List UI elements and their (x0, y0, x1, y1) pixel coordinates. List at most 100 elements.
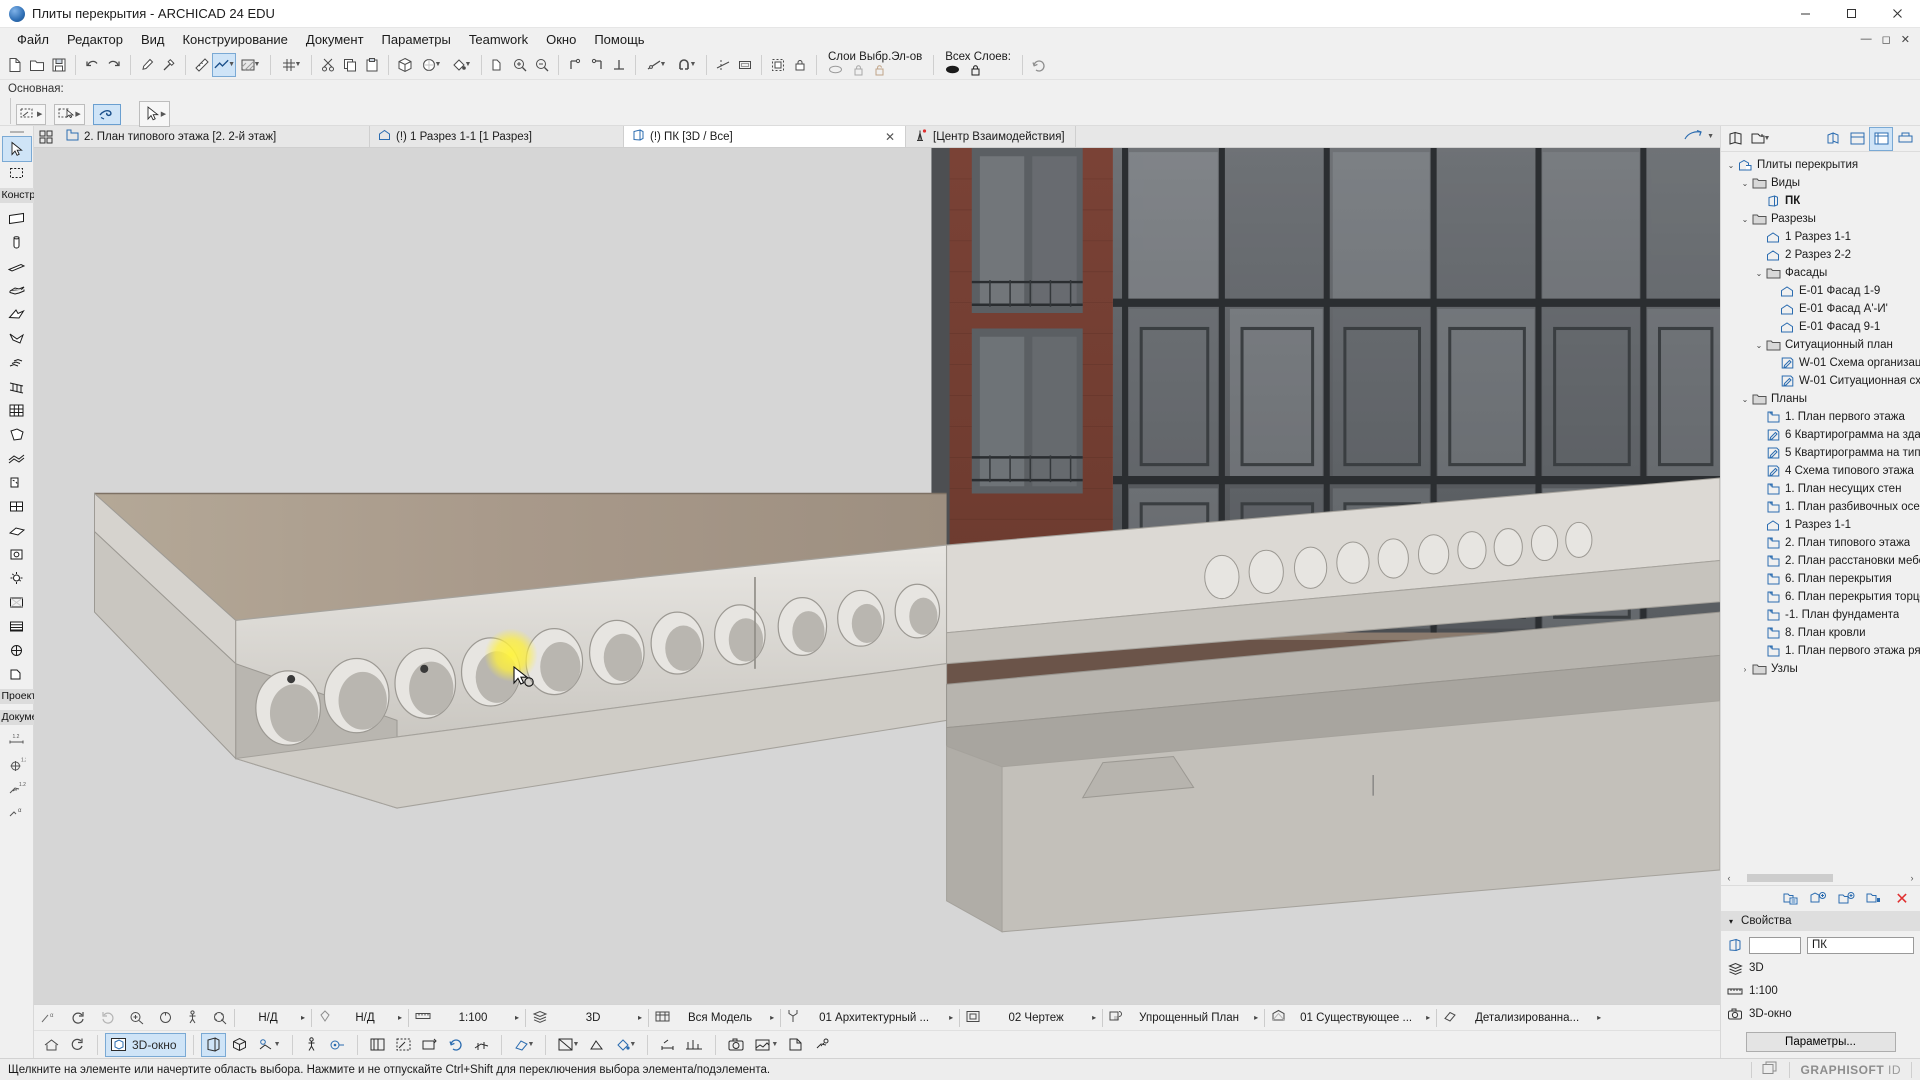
menu-help[interactable]: Помощь (585, 30, 653, 49)
measure-icon[interactable] (191, 54, 213, 76)
copy-icon[interactable] (339, 54, 361, 76)
new-project-icon[interactable] (4, 54, 26, 76)
cut-icon[interactable] (317, 54, 339, 76)
wall-tool[interactable] (3, 206, 31, 230)
toolbox-category-document[interactable]: Докуме (0, 710, 34, 725)
menu-teamwork[interactable]: Teamwork (460, 30, 537, 49)
paint-icon[interactable]: ▼ (611, 1034, 639, 1056)
orbit-left-icon[interactable] (64, 1005, 93, 1031)
3d-window-button[interactable]: 3D-окно (105, 1032, 186, 1057)
navigator-tree-item[interactable]: 1 Разрез 1-1 (1721, 228, 1920, 246)
graphisoft-id-label[interactable]: GRAPHISOFT ID (1800, 1063, 1901, 1077)
story-selector[interactable]: 3D ▸ (526, 1005, 648, 1031)
previous-view-icon[interactable] (66, 1034, 89, 1056)
properties-header[interactable]: ▾ Свойства (1721, 911, 1920, 931)
level-dimension-tool[interactable]: α (3, 800, 31, 824)
doc-minimize-button[interactable]: — (1861, 33, 1872, 45)
perspective-view-icon[interactable] (200, 1032, 226, 1057)
3d-cutaway-icon[interactable] (366, 1034, 389, 1056)
grid-snap-icon[interactable]: ▼ (276, 54, 306, 76)
line-style-icon[interactable]: ▼ (212, 52, 236, 77)
section-marker-icon[interactable] (487, 54, 509, 76)
marquee-tool[interactable] (3, 161, 31, 185)
structure-dropdown-icon[interactable]: ▸ (949, 1013, 953, 1022)
snap-point-icon[interactable] (564, 54, 586, 76)
open-project-icon[interactable] (26, 54, 48, 76)
fill-selector[interactable]: Н/Д ▸ (312, 1005, 408, 1031)
fill-dropdown-icon[interactable]: ▸ (398, 1013, 402, 1022)
tab-close-icon[interactable]: ✕ (885, 130, 895, 144)
navigator-tree-item[interactable]: E-01 Фасад А'-И' (1721, 300, 1920, 318)
delete-view-icon[interactable]: ✕ (1892, 889, 1912, 909)
navigator-tree-item[interactable]: 4 Схема типового этажа (1721, 462, 1920, 480)
navigator-tree-item[interactable]: 2. План типового этажа (1721, 534, 1920, 552)
tree-expander-icon[interactable]: ⌄ (1739, 395, 1751, 404)
shell-tool[interactable] (3, 326, 31, 350)
navigator-tree-item[interactable]: ПК (1721, 192, 1920, 210)
grid-tool[interactable] (3, 638, 31, 662)
story-dropdown-icon[interactable]: ▸ (638, 1013, 642, 1022)
roof-tool[interactable] (3, 302, 31, 326)
render-settings-icon[interactable]: ▼ (554, 1034, 582, 1056)
navigator-tree-item[interactable]: 2. План расстановки мебели (1721, 552, 1920, 570)
angle-dimension-tool[interactable]: 1.2 (3, 776, 31, 800)
toolbox-category-project[interactable]: Проект (0, 689, 34, 704)
tree-expander-icon[interactable]: ⌄ (1739, 179, 1751, 188)
hide-layer-icon[interactable] (828, 64, 843, 79)
tree-expander-icon[interactable]: ⌄ (1753, 341, 1765, 350)
paint-bucket-icon[interactable]: ▼ (446, 54, 476, 76)
clone-folder-icon[interactable] (1780, 889, 1800, 909)
navigator-project-map-icon[interactable] (1822, 128, 1844, 150)
drawing-dropdown-icon[interactable]: ▸ (1092, 1013, 1096, 1022)
fill-style-icon[interactable]: ▼ (235, 54, 265, 76)
navigator-tree-item[interactable]: W-01 Ситуационная схема (1721, 372, 1920, 390)
scroll-track[interactable] (1735, 873, 1906, 883)
navigator-publisher-icon[interactable] (1894, 128, 1916, 150)
radial-dimension-tool[interactable]: 1.2 (3, 752, 31, 776)
skylight-tool[interactable] (3, 518, 31, 542)
explode-view-icon[interactable] (810, 1034, 833, 1056)
measure-3d-icon[interactable] (682, 1034, 707, 1056)
tab-collaboration-center[interactable]: [Центр Взаимодействия] (906, 126, 1076, 147)
new-folder-icon[interactable] (1836, 889, 1856, 909)
cursor-snap-indicator[interactable]: α (34, 1005, 64, 1031)
navigator-tree-item[interactable]: 2 Разрез 2-2 (1721, 246, 1920, 264)
navigator-tree-item[interactable]: ⌄ Планы (1721, 390, 1920, 408)
navigator-tree-item[interactable]: 1. План разбивочных осей (1721, 498, 1920, 516)
navigator-tree-item[interactable]: ⌄ Виды (1721, 174, 1920, 192)
sun-settings-icon[interactable]: ▼ (254, 1034, 284, 1056)
walkthrough-icon[interactable] (301, 1034, 323, 1056)
scroll-left-icon[interactable]: ‹ (1723, 873, 1735, 883)
menu-edit[interactable]: Редактор (58, 30, 132, 49)
navigate-3d-dropdown-icon[interactable]: ▼ (1707, 133, 1714, 140)
render-icon[interactable]: ▼ (416, 54, 446, 76)
model-view-selector[interactable]: Вся Модель ▸ (649, 1005, 780, 1031)
save-view-icon[interactable] (1808, 889, 1828, 909)
tree-expander-icon[interactable]: › (1739, 665, 1751, 674)
dimension-3d-icon[interactable] (656, 1034, 679, 1056)
tab-overview-icon[interactable] (34, 126, 58, 147)
stair-structure-tool[interactable] (3, 614, 31, 638)
curtain-wall-tool[interactable] (3, 398, 31, 422)
column-tool[interactable] (3, 230, 31, 254)
pen-selector[interactable]: Н/Д ▸ (235, 1005, 311, 1031)
navigator-tree-item[interactable]: ⌄ Плиты перекрытия (1721, 156, 1920, 174)
refresh-3d-icon[interactable] (1028, 54, 1050, 76)
paste-icon[interactable] (361, 54, 383, 76)
doc-close-button[interactable]: ✕ (1901, 33, 1910, 46)
unlock-layer-icon[interactable] (874, 64, 885, 79)
drawing-style-selector[interactable]: 02 Чертеж ▸ (960, 1005, 1102, 1031)
scroll-right-icon[interactable]: › (1906, 873, 1918, 883)
guide-line-icon[interactable]: ▼ (641, 54, 671, 76)
navigator-tree-item[interactable]: 5 Квартирограмма на типово (1721, 444, 1920, 462)
scale-selector[interactable]: 1:100 ▸ (409, 1005, 525, 1031)
snap-perpendicular-icon[interactable] (608, 54, 630, 76)
maximize-button[interactable] (1828, 0, 1874, 28)
lock-icon[interactable] (789, 54, 811, 76)
view-id-field[interactable] (1749, 936, 1801, 954)
navigator-mode-icon[interactable] (1725, 128, 1747, 150)
menu-document[interactable]: Документ (297, 30, 373, 49)
parameters-button[interactable]: Параметры... (1745, 1032, 1896, 1052)
navigator-tree-item[interactable]: 8. План кровли (1721, 624, 1920, 642)
syringe-icon[interactable] (158, 54, 180, 76)
